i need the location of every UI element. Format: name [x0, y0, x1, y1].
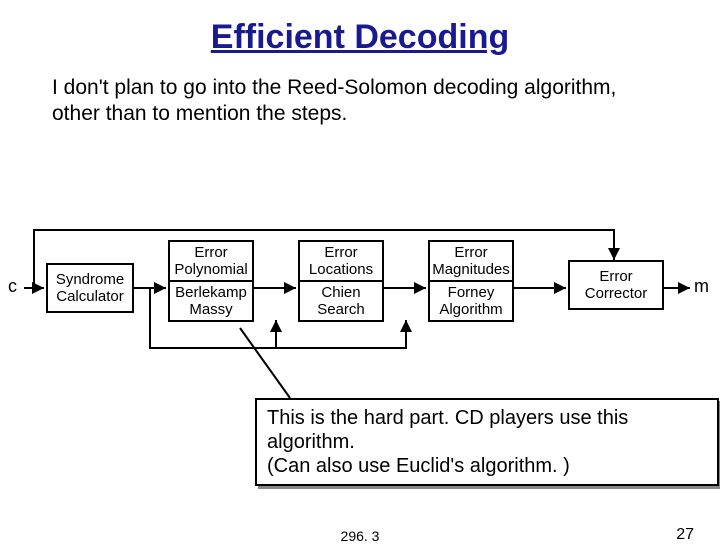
- box-chien-l2: Search: [302, 301, 380, 318]
- box-corrector-l2: Corrector: [572, 285, 660, 302]
- intro-text: I don't plan to go into the Reed-Solomon…: [52, 75, 668, 128]
- footer-number: 296. 3: [0, 528, 720, 544]
- page-number: 27: [676, 526, 694, 544]
- box-berlekamp: Berlekamp Massy: [168, 280, 254, 322]
- hard-part-note: This is the hard part. CD players use th…: [255, 398, 719, 486]
- box-forney: Forney Algorithm: [428, 280, 514, 322]
- box-chien-l1: Chien: [302, 284, 380, 301]
- decoding-diagram: c Syndrome Calculator Error Polynomial B…: [0, 218, 720, 388]
- box-error-poly: Error Polynomial: [168, 240, 254, 282]
- box-error-loc-l2: Locations: [302, 261, 380, 278]
- box-error-loc-l1: Error: [302, 244, 380, 261]
- box-error-poly-l2: Polynomial: [172, 261, 250, 278]
- box-chien: Chien Search: [298, 280, 384, 322]
- box-corrector: Error Corrector: [568, 260, 664, 310]
- input-label-c: c: [8, 276, 17, 297]
- box-error-mag: Error Magnitudes: [428, 240, 514, 282]
- box-syndrome-l2: Calculator: [50, 288, 130, 305]
- box-error-poly-l1: Error: [172, 244, 250, 261]
- box-syndrome: Syndrome Calculator: [46, 263, 134, 313]
- box-error-mag-l1: Error: [432, 244, 510, 261]
- box-error-loc: Error Locations: [298, 240, 384, 282]
- note-line1: This is the hard part. CD players use th…: [267, 407, 628, 453]
- slide-title: Efficient Decoding: [0, 18, 720, 57]
- box-berlekamp-l2: Massy: [172, 301, 250, 318]
- note-line2: (Can also use Euclid's algorithm. ): [267, 455, 570, 477]
- output-label-m: m: [694, 276, 709, 297]
- box-forney-l1: Forney: [432, 284, 510, 301]
- box-corrector-l1: Error: [572, 268, 660, 285]
- box-forney-l2: Algorithm: [432, 301, 510, 318]
- box-syndrome-l1: Syndrome: [50, 271, 130, 288]
- box-berlekamp-l1: Berlekamp: [172, 284, 250, 301]
- box-error-mag-l2: Magnitudes: [432, 261, 510, 278]
